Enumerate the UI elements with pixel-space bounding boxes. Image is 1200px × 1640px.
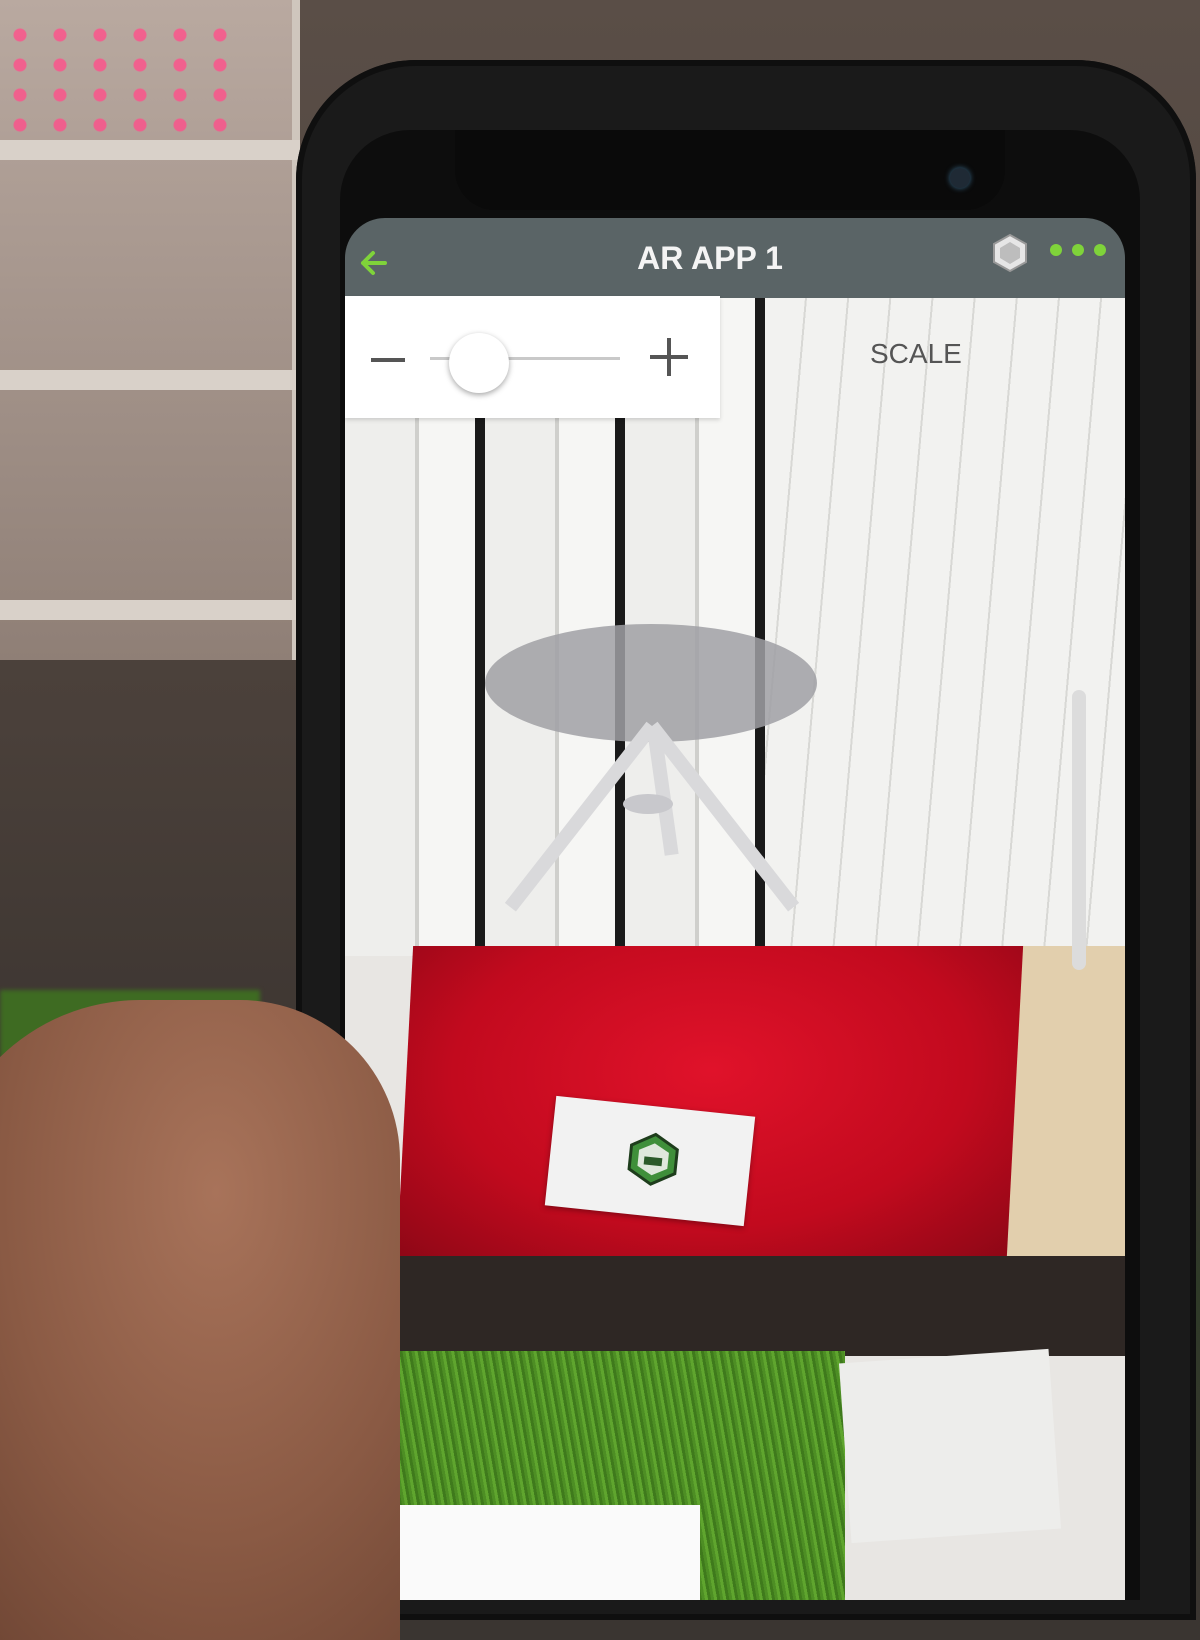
vertical-blinds-right bbox=[765, 296, 1125, 956]
ar-table-hub bbox=[623, 794, 673, 814]
dot-icon bbox=[1072, 244, 1084, 256]
floor-edge bbox=[345, 1256, 1125, 1356]
shelf-board bbox=[0, 140, 300, 160]
minus-icon bbox=[371, 358, 405, 362]
dot-icon bbox=[1050, 244, 1062, 256]
ar-camera-view[interactable] bbox=[345, 296, 1125, 1600]
side-scrollbar[interactable] bbox=[1072, 690, 1086, 970]
scale-slider-thumb[interactable] bbox=[448, 333, 509, 393]
front-camera bbox=[950, 168, 970, 188]
hexagon-logo-icon[interactable] bbox=[990, 233, 1030, 273]
hexagon-logo-icon bbox=[627, 1132, 679, 1186]
hand-holding-phone bbox=[0, 1000, 400, 1640]
shelf-board bbox=[0, 370, 300, 390]
background-shelf bbox=[0, 0, 300, 660]
more-dots-icon[interactable] bbox=[1050, 244, 1106, 256]
string-lights bbox=[0, 20, 240, 140]
arrow-left-icon[interactable] bbox=[355, 245, 391, 281]
scale-decrease-button[interactable] bbox=[368, 340, 408, 380]
dot-icon bbox=[1094, 244, 1106, 256]
ar-marker-card bbox=[544, 1095, 756, 1227]
scale-increase-button[interactable] bbox=[646, 334, 692, 380]
bottom-panel bbox=[380, 1505, 700, 1600]
shelf-board bbox=[0, 600, 300, 620]
phone-notch bbox=[455, 130, 1005, 210]
paper-sheet bbox=[838, 1348, 1062, 1544]
scale-label: SCALE bbox=[870, 338, 962, 369]
page-title: AR APP 1 bbox=[637, 240, 783, 276]
